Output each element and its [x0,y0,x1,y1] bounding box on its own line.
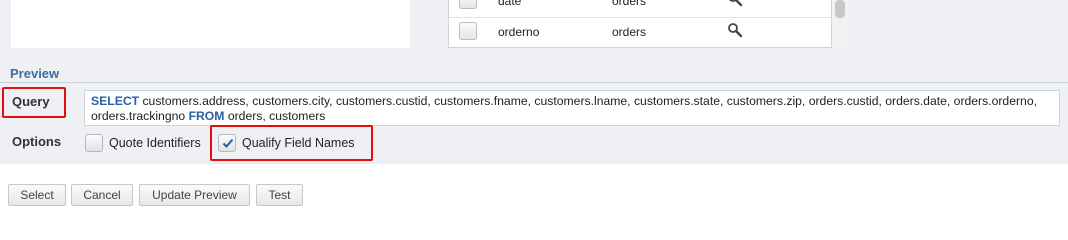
quote-identifiers-checkbox[interactable] [85,134,103,152]
qualify-highlight [210,125,373,161]
magnifier-icon[interactable] [727,0,743,7]
query-text[interactable]: SELECT customers.address, customers.city… [84,90,1060,126]
field-checkbox[interactable] [459,22,477,40]
query-tables: orders, customers [224,109,326,123]
list-item[interactable]: date orders [449,0,831,18]
from-keyword: FROM [188,109,225,123]
select-keyword: SELECT [91,94,140,108]
test-button[interactable]: Test [256,184,303,206]
update-preview-button[interactable]: Update Preview [139,184,250,206]
cancel-button[interactable]: Cancel [71,184,133,206]
fields-scrollbar[interactable] [832,0,848,48]
field-name: date [498,0,522,8]
field-table: orders [612,25,647,39]
select-button[interactable]: Select [8,184,66,206]
field-table: orders [612,0,647,8]
scrollbar-thumb[interactable] [835,0,845,18]
list-item[interactable]: orderno orders [449,17,831,48]
field-checkbox[interactable] [459,0,477,9]
quote-identifiers-label[interactable]: Quote Identifiers [109,136,201,150]
magnifier-icon[interactable] [727,22,743,38]
options-label: Options [12,134,62,149]
preview-title: Preview [10,66,60,81]
fields-list: date orders orderno orders [448,0,832,48]
divider [0,82,1068,83]
query-label-highlight [2,87,66,118]
field-name: orderno [498,25,540,39]
tables-panel [11,0,410,48]
